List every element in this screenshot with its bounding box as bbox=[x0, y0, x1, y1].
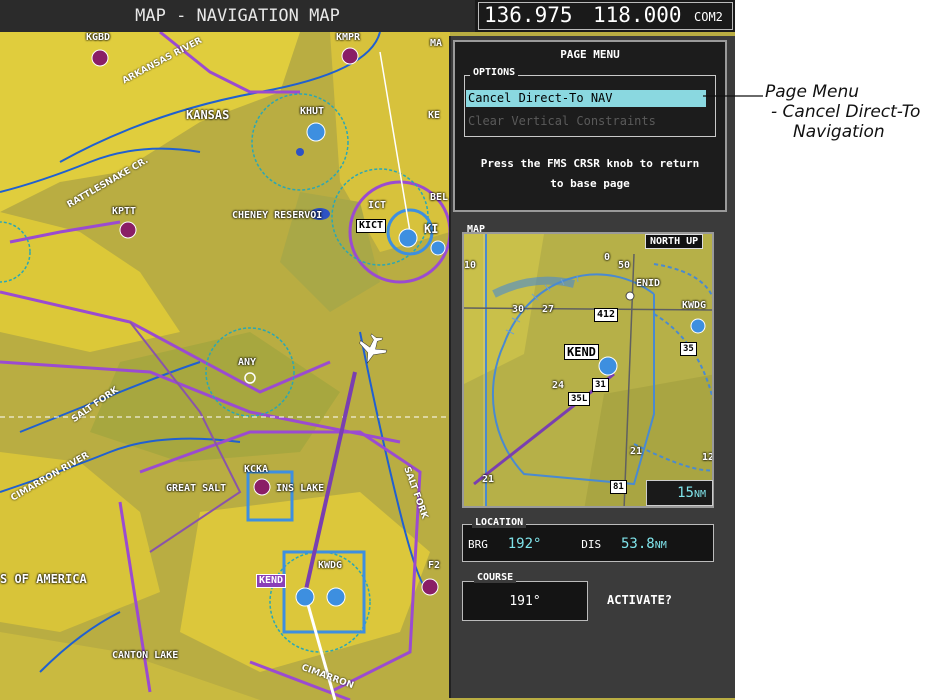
airport-label: KGBD bbox=[86, 32, 111, 43]
page-menu-title: PAGE MENU bbox=[560, 48, 620, 61]
page-menu-instruction: Press the FMS CRSR knob to return to bas… bbox=[455, 154, 725, 194]
instruction-line-1: Press the FMS CRSR knob to return bbox=[480, 157, 700, 170]
highway-label: 81 bbox=[610, 480, 627, 494]
instruction-line-2: to base page bbox=[550, 177, 630, 190]
airport-label: KMPR bbox=[336, 32, 361, 43]
country-label: S OF AMERICA bbox=[0, 572, 87, 586]
course-tag: COURSE bbox=[474, 572, 517, 583]
inset-map[interactable]: 0 50 10 ENID KWDG 30 27 412 35 KEND 24 3… bbox=[462, 232, 714, 508]
page-menu: PAGE MENU OPTIONS Cancel Direct-To NAV C… bbox=[453, 40, 727, 212]
top-bar: MAP - NAVIGATION MAP 136.975 118.000 COM… bbox=[0, 0, 735, 32]
dis-number: 53.8 bbox=[620, 536, 655, 552]
location-row: BRG 192° DIS 53.8NM bbox=[468, 536, 667, 552]
annotation-line-3: Navigation bbox=[793, 122, 885, 142]
airport-label: KE bbox=[428, 110, 441, 121]
map-label: BEL bbox=[430, 192, 449, 203]
annotation-line-2: - Cancel Direct-To bbox=[771, 102, 921, 122]
airport-label: KCKA bbox=[244, 464, 269, 475]
airport-label: F2 bbox=[428, 560, 441, 571]
menu-item-clear-vertical-constraints[interactable]: Clear Vertical Constraints bbox=[468, 114, 656, 128]
runway-label: 12 bbox=[702, 452, 714, 463]
lake-label: GREAT SALT bbox=[166, 483, 227, 494]
vor-label: ICT bbox=[368, 200, 387, 211]
lake-label: CANTON LAKE bbox=[112, 650, 179, 661]
airport-label: KI bbox=[424, 222, 439, 236]
runway-label: 21 bbox=[482, 474, 495, 485]
options-label: OPTIONS bbox=[470, 67, 519, 78]
range-unit: NM bbox=[693, 489, 706, 500]
dis-label: DIS bbox=[581, 538, 602, 551]
runway-label: 27 bbox=[542, 304, 555, 315]
com-standby-frequency: 118.000 bbox=[593, 3, 682, 27]
runway-label: 21 bbox=[630, 446, 643, 457]
inset-label: 10 bbox=[464, 260, 477, 271]
runway-label: 24 bbox=[552, 380, 565, 391]
runway-label: 31 bbox=[592, 378, 609, 392]
airport-label: KEND bbox=[564, 344, 599, 360]
airport-label: KEND bbox=[256, 574, 287, 588]
inset-label: 0 bbox=[604, 252, 611, 263]
runway-label: 35L bbox=[568, 392, 591, 406]
airport-label: KWDG bbox=[682, 300, 707, 311]
range-value: 15 bbox=[677, 485, 694, 501]
airport-label: KICT bbox=[356, 219, 387, 233]
page-title: MAP - NAVIGATION MAP bbox=[0, 0, 475, 32]
menu-item-cancel-direct-to[interactable]: Cancel Direct-To NAV bbox=[466, 90, 706, 107]
annotation-callout: Page Menu - Cancel Direct-To Navigation bbox=[765, 82, 920, 142]
vor-label: ANY bbox=[238, 357, 257, 368]
com-label: COM2 bbox=[694, 10, 723, 24]
dis-unit: NM bbox=[654, 540, 667, 551]
brg-value: 192° bbox=[507, 536, 542, 552]
airport-label: KPTT bbox=[112, 206, 137, 217]
runway-label: 35 bbox=[680, 342, 697, 356]
highway-label: 412 bbox=[594, 308, 619, 322]
location-tag: LOCATION bbox=[472, 517, 527, 528]
brg-label: BRG bbox=[468, 538, 488, 551]
mfd-display: MAP - NAVIGATION MAP 136.975 118.000 COM… bbox=[0, 0, 735, 700]
map-label: MA bbox=[430, 38, 443, 49]
north-up-indicator: NORTH UP bbox=[645, 234, 704, 249]
inset-label: 30 bbox=[512, 304, 525, 315]
airport-label: KHUT bbox=[300, 106, 325, 117]
activate-button[interactable]: ACTIVATE? bbox=[607, 593, 672, 607]
com-active-frequency: 136.975 bbox=[484, 3, 573, 27]
lake-label: INS LAKE bbox=[276, 483, 325, 494]
course-field[interactable]: 191° bbox=[462, 581, 588, 621]
dis-value: 53.8NM bbox=[621, 536, 667, 552]
airport-label: KWDG bbox=[318, 560, 343, 571]
lake-label: CHENEY RESERVOI bbox=[232, 210, 323, 221]
inset-label: 50 bbox=[618, 260, 631, 271]
city-label: ENID bbox=[636, 278, 661, 289]
inset-map-graphics bbox=[464, 234, 712, 506]
annotation-line-1: Page Menu bbox=[765, 82, 859, 102]
state-label: KANSAS bbox=[186, 108, 230, 122]
map-range: 15NM bbox=[646, 480, 713, 506]
